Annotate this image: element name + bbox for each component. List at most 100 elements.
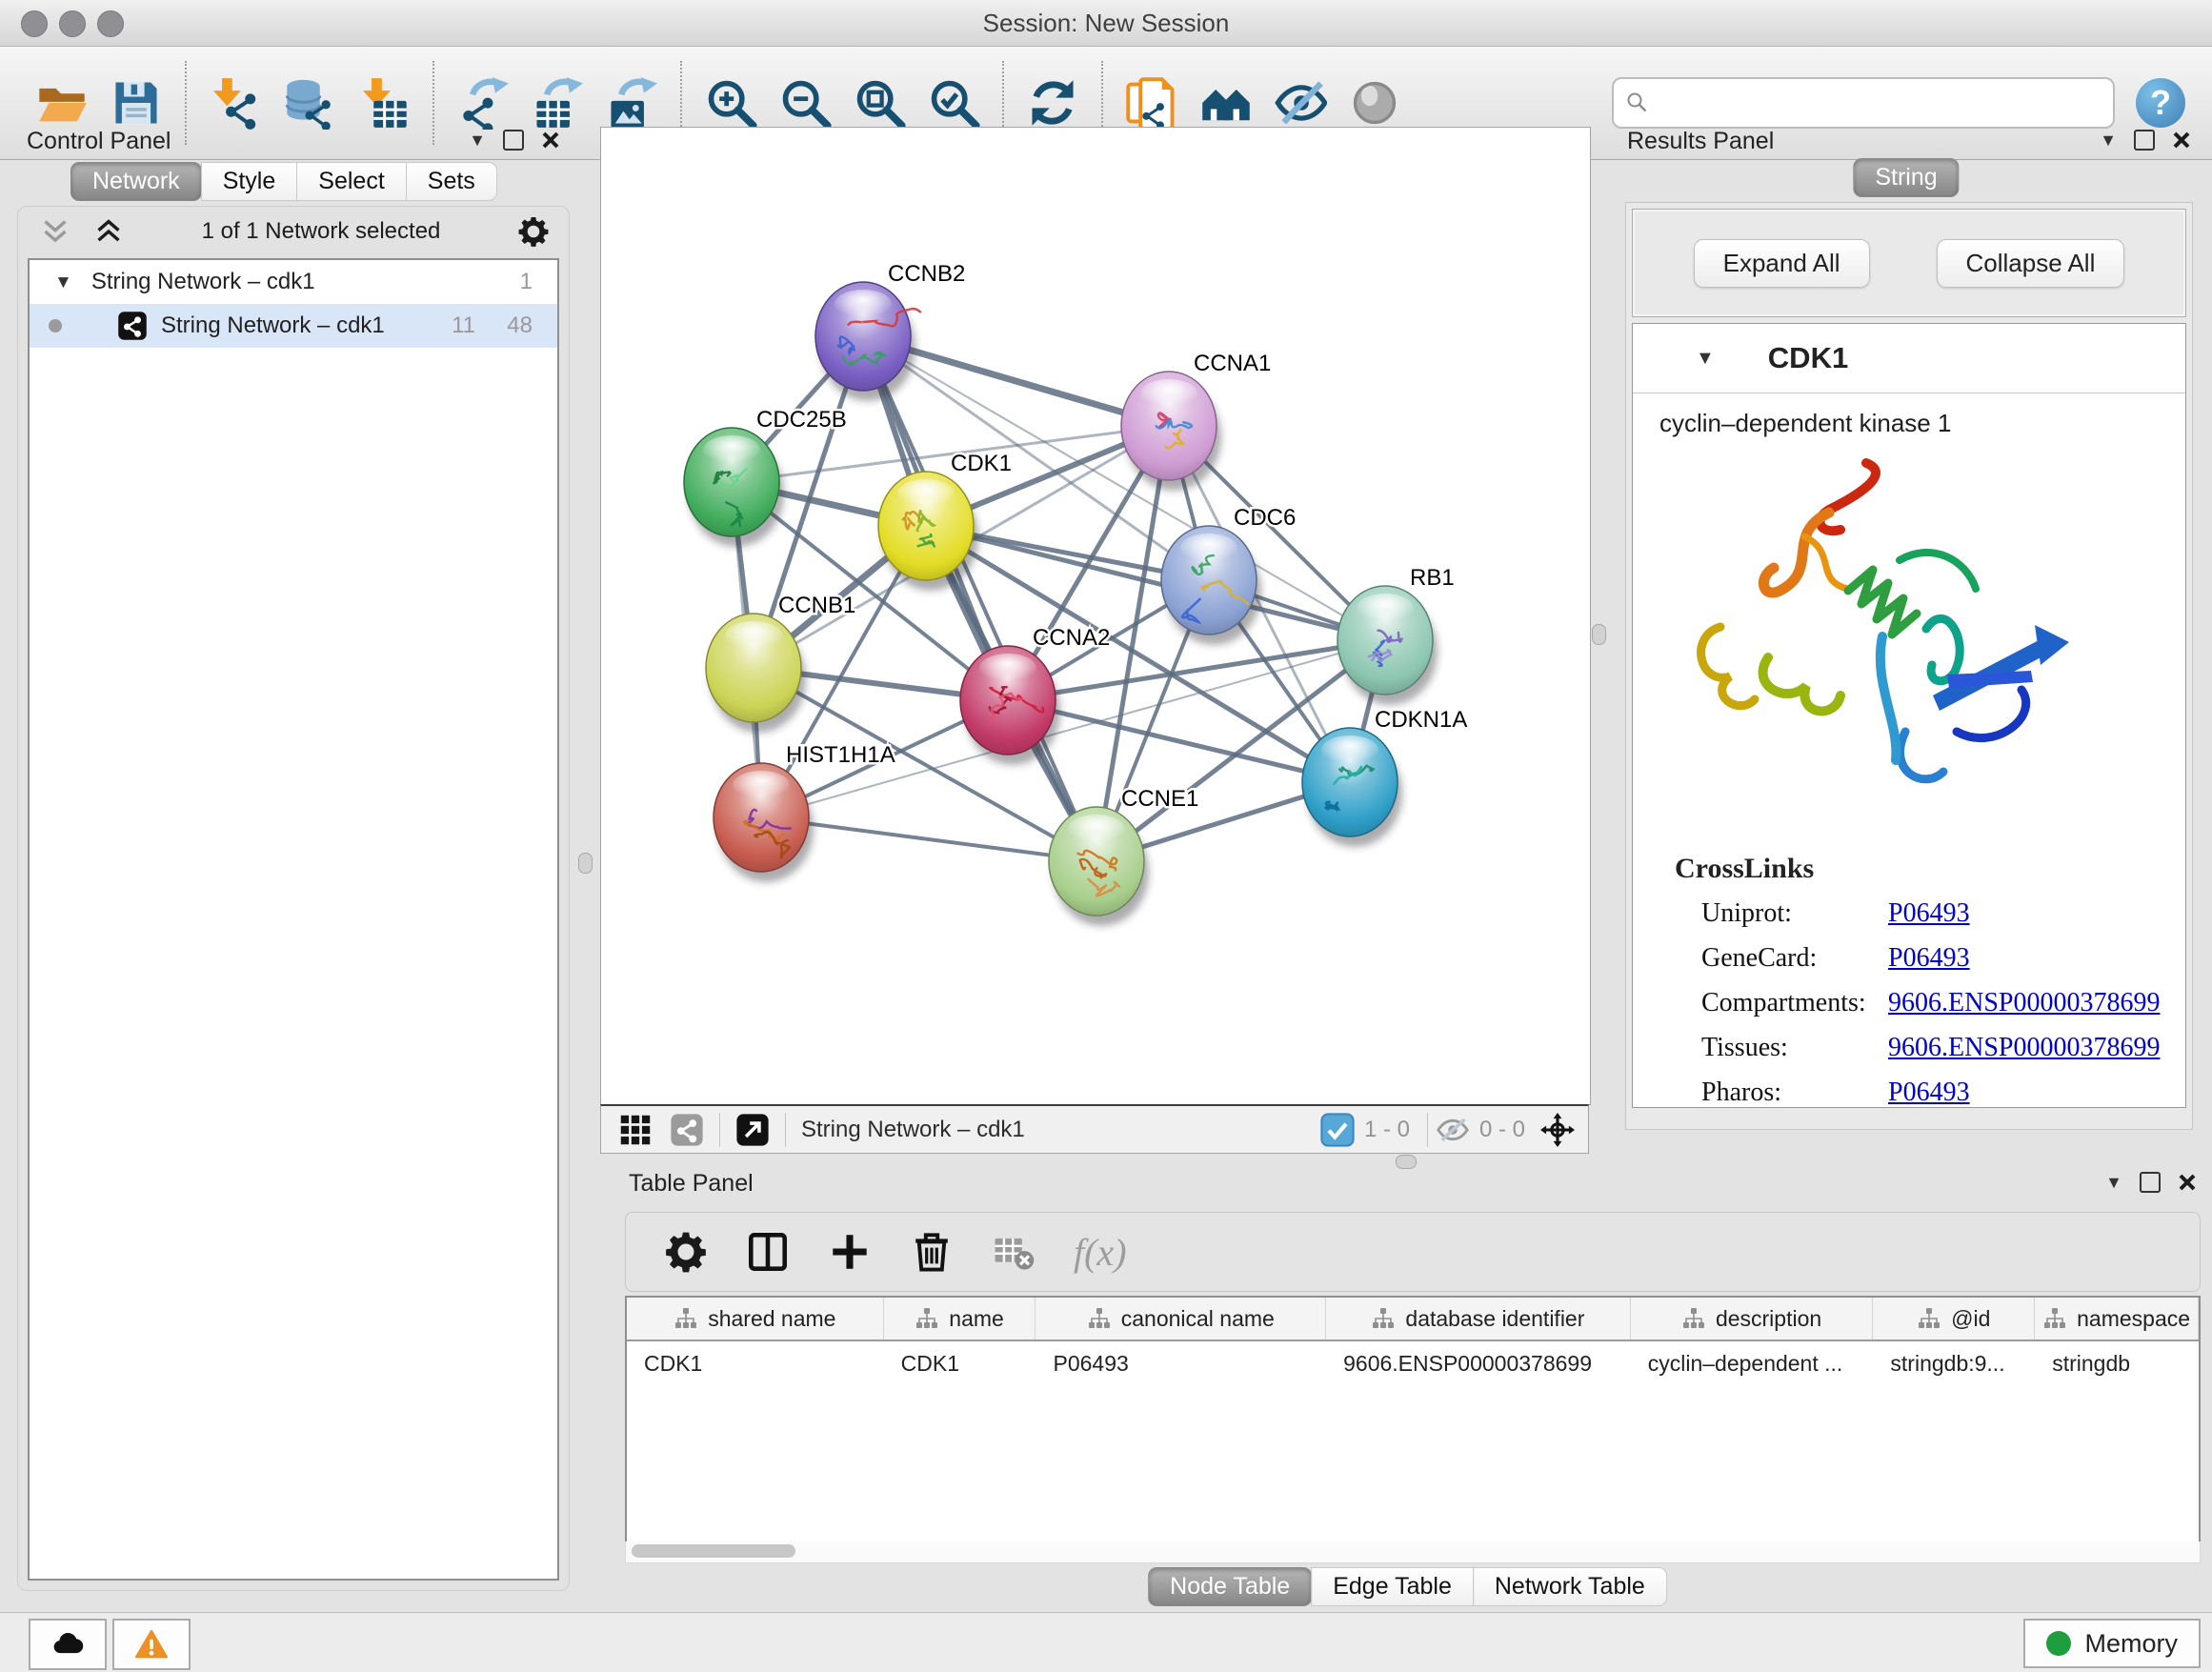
column-header-description[interactable]: description — [1631, 1298, 1874, 1340]
expand-all-button[interactable]: Expand All — [1694, 239, 1870, 288]
network-selection-status: 1 of 1 Network selected — [125, 218, 517, 245]
tab-style[interactable]: Style — [201, 162, 298, 201]
panel-menu-icon[interactable]: ▼ — [2100, 131, 2117, 149]
network-tree-child-row-selected[interactable]: String Network – cdk1 11 48 — [30, 304, 557, 348]
search-box[interactable] — [1612, 77, 2115, 129]
tab-node-table[interactable]: Node Table — [1148, 1567, 1312, 1606]
control-panel-controls: ▼ — [469, 130, 560, 151]
table-cell: CDK1 — [627, 1351, 884, 1377]
memory-button[interactable]: Memory — [2023, 1619, 2201, 1668]
collapse-all-button[interactable]: Collapse All — [1937, 239, 2125, 288]
close-panel-icon[interactable] — [2172, 131, 2191, 150]
window-titlebar: Session: New Session — [0, 0, 2212, 47]
delete-column-icon[interactable] — [910, 1230, 954, 1274]
table-options-gear-icon[interactable] — [664, 1230, 708, 1274]
network-node-cdc25b[interactable]: CDC25B — [684, 407, 847, 547]
warning-button[interactable] — [112, 1619, 191, 1670]
crosslink-row: Uniprot: P06493 — [1633, 891, 2185, 936]
column-header-shared-name[interactable]: shared name — [627, 1298, 884, 1340]
network-share-icon — [117, 311, 148, 341]
network-node-ccnb2[interactable]: CCNB2 — [815, 261, 965, 401]
node-label: CDC6 — [1234, 505, 1296, 531]
network-badge-icon[interactable] — [670, 1113, 704, 1147]
network-node-cdkn1a[interactable]: CDKN1A — [1302, 707, 1467, 847]
tree-expand-icon[interactable]: ▼ — [54, 273, 72, 292]
panel-menu-icon[interactable]: ▼ — [2105, 1174, 2122, 1191]
network-canvas[interactable]: CCNB2 CCNA1 CDC25B CDK1 CDC6 RB1 CCNB1 C… — [600, 127, 1591, 1105]
crosslink-link[interactable]: P06493 — [1888, 943, 1970, 974]
table-toolbar: f(x) — [625, 1212, 2201, 1292]
add-column-icon[interactable] — [828, 1230, 872, 1274]
network-label: String Network – cdk1 — [161, 312, 385, 339]
network-options-gear-icon[interactable] — [517, 215, 550, 248]
node-label: CCNA1 — [1194, 351, 1271, 376]
float-panel-icon[interactable] — [2140, 1172, 2161, 1193]
selected-checkbox-icon[interactable] — [1320, 1113, 1355, 1147]
table-row[interactable]: CDK1CDK1P064939606.ENSP00000378699cyclin… — [627, 1341, 2199, 1385]
birdseye-navigator-icon[interactable] — [1540, 1113, 1575, 1147]
tab-select[interactable]: Select — [296, 162, 406, 201]
network-node-ccna1[interactable]: CCNA1 — [1121, 351, 1271, 491]
selected-counts: 1 - 0 — [1364, 1117, 1410, 1143]
detach-view-icon[interactable] — [735, 1113, 770, 1147]
table-horizontal-scrollbar[interactable] — [625, 1541, 2201, 1563]
network-edge[interactable] — [761, 640, 1385, 817]
splitter-handle-right[interactable] — [1592, 624, 1606, 645]
network-node-rb1[interactable]: RB1 — [1337, 565, 1455, 705]
show-columns-icon[interactable] — [746, 1230, 790, 1274]
column-header-namespace[interactable]: namespace — [2035, 1298, 2199, 1340]
network-edge[interactable] — [863, 336, 1096, 861]
crosslink-link[interactable]: 9606.ENSP00000378699 — [1888, 988, 2160, 1018]
crosslink-row: Compartments: 9606.ENSP00000378699 — [1633, 980, 2185, 1025]
crosslinks-list: Uniprot: P06493GeneCard: P06493Compartme… — [1633, 891, 2185, 1115]
splitter-handle-left[interactable] — [578, 853, 593, 874]
crosslink-link[interactable]: P06493 — [1888, 1078, 1970, 1108]
control-panel-tabs: Network Style Select Sets — [70, 162, 496, 201]
memory-label: Memory — [2084, 1629, 2178, 1659]
crosslink-link[interactable]: 9606.ENSP00000378699 — [1888, 1033, 2160, 1063]
close-panel-icon[interactable] — [541, 131, 560, 150]
scrollbar-thumb[interactable] — [632, 1544, 795, 1558]
results-panel-controls: ▼ — [2100, 130, 2191, 151]
panel-menu-icon[interactable]: ▼ — [469, 131, 486, 149]
hidden-counts: 0 - 0 — [1479, 1117, 1525, 1143]
node-table[interactable]: shared namenamecanonical namedatabase id… — [625, 1296, 2201, 1545]
float-panel-icon[interactable] — [2134, 130, 2155, 151]
tab-sets[interactable]: Sets — [406, 162, 497, 201]
network-tree-root-row[interactable]: ▼ String Network – cdk1 1 — [30, 260, 557, 304]
grid-view-icon[interactable] — [618, 1113, 653, 1147]
column-header-name[interactable]: name — [884, 1298, 1036, 1340]
crosslink-link[interactable]: P06493 — [1888, 898, 1970, 929]
network-node-cdc6[interactable]: CDC6 — [1161, 505, 1296, 645]
network-tree: ▼ String Network – cdk1 1 String Network… — [28, 258, 559, 1581]
tab-network[interactable]: Network — [70, 162, 202, 201]
table-panel: Table Panel ▼ f(x) shared namenamecanoni… — [602, 1166, 2212, 1612]
cdk1-entry-header[interactable]: ▼ CDK1 — [1633, 324, 2185, 393]
cloud-icon — [51, 1628, 84, 1661]
cloud-button[interactable] — [29, 1619, 107, 1670]
entry-description: cyclin–dependent kinase 1 — [1659, 409, 2185, 438]
column-header--id[interactable]: @id — [1873, 1298, 2035, 1340]
close-panel-icon[interactable] — [2178, 1173, 2197, 1192]
entry-collapse-icon[interactable]: ▼ — [1696, 349, 1715, 368]
tab-network-table[interactable]: Network Table — [1473, 1567, 1667, 1606]
network-view-toolbar: String Network – cdk1 1 - 0 0 - 0 — [600, 1104, 1589, 1154]
table-cell: cyclin–dependent ... — [1631, 1351, 1874, 1377]
crosslink-row: Pharos: P06493 — [1633, 1070, 2185, 1115]
table-cell: stringdb:9... — [1873, 1351, 2035, 1377]
column-header-canonical-name[interactable]: canonical name — [1036, 1298, 1326, 1340]
collapse-all-networks-icon[interactable] — [39, 215, 71, 248]
network-node-cdk1[interactable]: CDK1 — [878, 451, 1012, 591]
entry-name: CDK1 — [1768, 341, 1848, 375]
node-label: HIST1H1A — [786, 742, 895, 768]
tab-edge-table[interactable]: Edge Table — [1311, 1567, 1474, 1606]
table-cell: P06493 — [1036, 1351, 1326, 1377]
column-header-database-identifier[interactable]: database identifier — [1326, 1298, 1631, 1340]
help-button[interactable]: ? — [2136, 78, 2185, 128]
network-node-hist1h1a[interactable]: HIST1H1A — [714, 742, 895, 882]
tab-string[interactable]: String — [1853, 158, 1959, 197]
collection-count: 1 — [520, 269, 533, 295]
float-panel-icon[interactable] — [503, 130, 524, 151]
search-input[interactable] — [1659, 89, 2101, 117]
expand-all-networks-icon[interactable] — [92, 215, 125, 248]
